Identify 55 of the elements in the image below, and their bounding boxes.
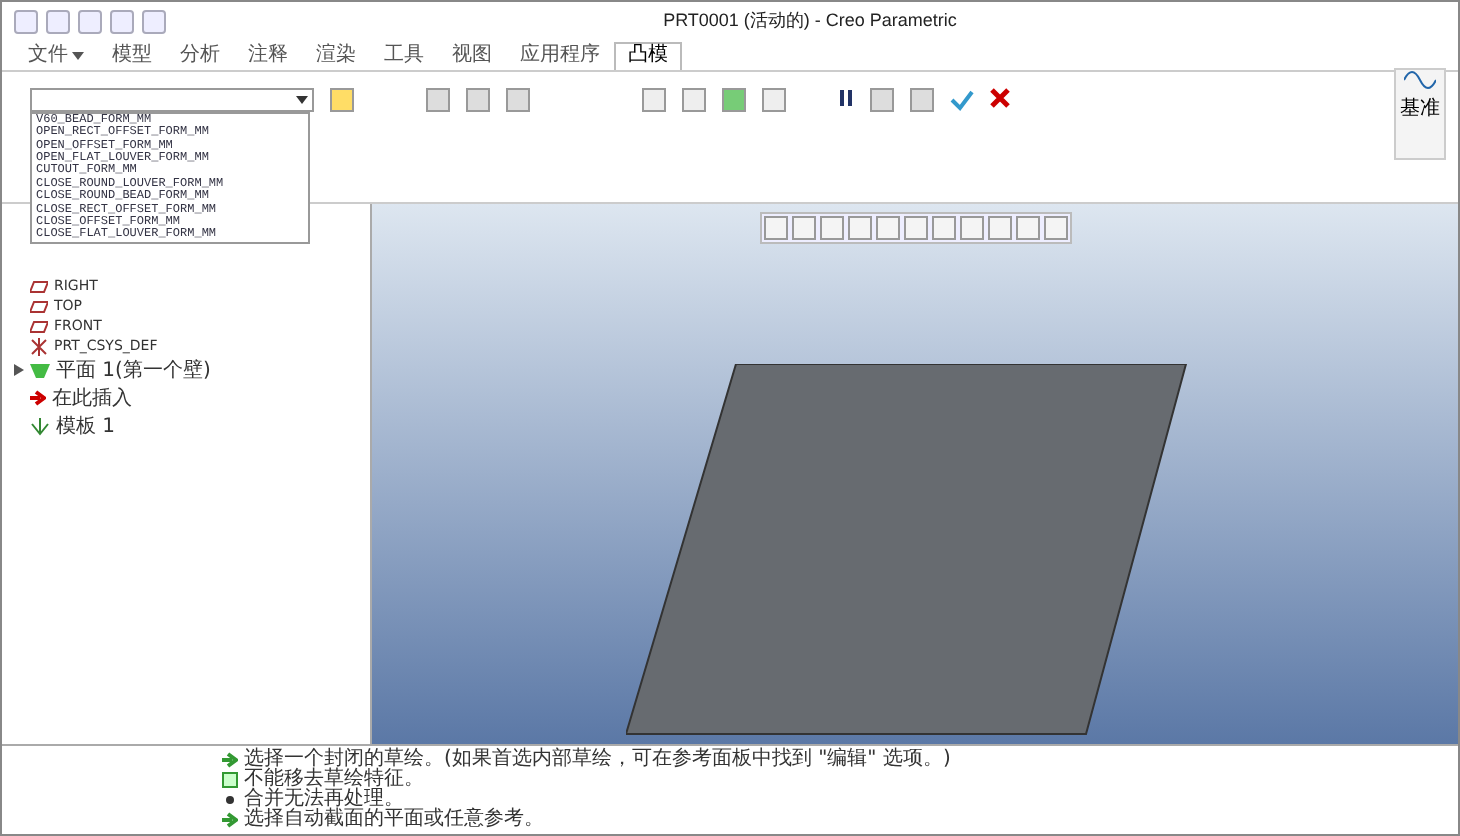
wave-icon (1404, 69, 1436, 90)
view-tool-icon[interactable] (763, 216, 787, 241)
tool-icon[interactable] (642, 87, 666, 112)
view-tool-icon[interactable] (847, 216, 871, 241)
tool-icon[interactable] (762, 87, 786, 112)
ribbon-tab[interactable]: 注释 (234, 41, 302, 70)
tree-item[interactable]: 在此插入 (52, 384, 132, 413)
folder-icon[interactable] (330, 87, 354, 112)
window-title: PRT0001 (活动的) - Creo Parametric (661, 8, 959, 35)
tool-icon[interactable] (466, 87, 490, 112)
tool-icon[interactable] (722, 87, 746, 112)
view-tool-icon[interactable] (819, 216, 843, 241)
check-icon[interactable] (950, 87, 974, 112)
view-tool-icon[interactable] (791, 216, 815, 241)
ribbon-tab[interactable]: 视图 (438, 41, 506, 70)
caret-icon[interactable] (296, 95, 308, 104)
quick-access-tool[interactable] (46, 9, 70, 34)
bullet-icon (222, 792, 238, 809)
ribbon-tab[interactable]: 渲染 (302, 41, 370, 70)
arrow-icon (222, 812, 238, 829)
datum-button[interactable]: 基准 (1394, 67, 1446, 160)
wall-icon (30, 361, 50, 380)
pause-icon[interactable] (838, 87, 854, 108)
view-tool-icon[interactable] (987, 216, 1011, 241)
quick-access-tool[interactable] (78, 9, 102, 34)
quick-access-tool[interactable] (142, 9, 166, 34)
ribbon-tab[interactable]: 凸模 (614, 41, 682, 70)
quick-access-tool[interactable] (14, 9, 38, 34)
document-icon (222, 772, 238, 789)
tool-icon[interactable] (682, 87, 706, 112)
ribbon-tab[interactable]: 模型 (98, 41, 166, 70)
ribbon-tab[interactable]: 工具 (370, 41, 438, 70)
view-tool-icon[interactable] (1015, 216, 1039, 241)
view-tool-icon[interactable] (1043, 216, 1067, 241)
collapsed-arrow-icon[interactable] (14, 364, 24, 377)
insert-arrow-icon (30, 390, 46, 407)
coordinate-system-icon (30, 337, 48, 356)
tool-icon[interactable] (426, 87, 450, 112)
punch-icon (30, 417, 50, 436)
ribbon-tab[interactable]: 文件 (14, 41, 98, 70)
tool-icon[interactable] (506, 87, 530, 112)
view-tool-icon[interactable] (931, 216, 955, 241)
view-tool-icon[interactable] (959, 216, 983, 241)
status-message: 选择自动截面的平面或任意参考。 (244, 810, 544, 831)
ribbon-tab[interactable]: 分析 (166, 41, 234, 70)
tree-item[interactable]: 平面 1(第一个壁) (56, 356, 211, 385)
ribbon-tab[interactable]: 应用程序 (506, 41, 614, 70)
tool-icon[interactable] (910, 87, 934, 112)
close-icon[interactable] (990, 87, 1010, 108)
view-tool-icon[interactable] (875, 216, 899, 241)
quick-access-tool[interactable] (110, 9, 134, 34)
arrow-icon (222, 752, 238, 769)
tree-item[interactable]: 模板 1 (56, 412, 116, 441)
view-tool-icon[interactable] (903, 216, 927, 241)
tool-icon[interactable] (870, 87, 894, 112)
